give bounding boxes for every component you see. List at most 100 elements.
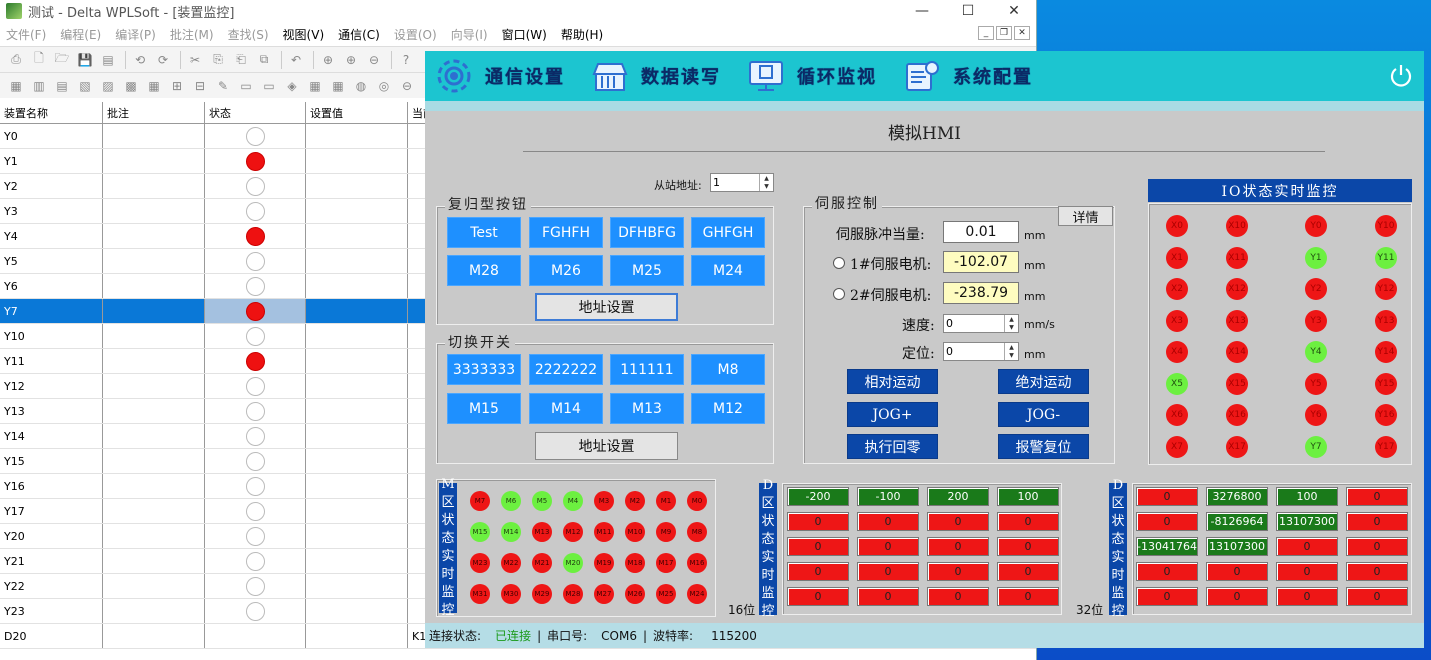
toolbar-tool-icon[interactable]: ⊕ [341,50,361,70]
toolbar-tool-icon[interactable]: ⎗ [231,50,251,70]
nav-comm-settings[interactable]: 通信设置 [433,51,565,101]
reset-button[interactable]: M25 [610,255,684,286]
close-button[interactable]: ✕ [991,0,1036,22]
toolbar-tool-icon[interactable]: ? [396,50,416,70]
toolbar-tool-icon[interactable]: ✎ [213,76,233,96]
toolbar-tool-icon[interactable]: ⊖ [397,76,417,96]
switch-address-setting-button[interactable]: 地址设置 [535,432,678,460]
reset-button[interactable]: DFHBFG [610,217,684,248]
motor1-radio[interactable] [833,257,845,269]
reset-button[interactable]: M24 [691,255,765,286]
mdi-close-button[interactable]: ✕ [1014,26,1030,40]
reset-button[interactable]: M26 [529,255,603,286]
toolbar-tool-icon[interactable]: ⊞ [167,76,187,96]
menu-item[interactable]: 设置(O) [394,26,437,43]
reset-button[interactable]: GHFGH [691,217,765,248]
menu-item[interactable]: 通信(C) [338,26,380,43]
toolbar-tool-icon[interactable]: ▤ [98,50,118,70]
relative-move-button[interactable]: 相对运动 [847,369,938,394]
toolbar-tool-icon[interactable]: ▥ [29,76,49,96]
speed-spinner[interactable]: 0 ▲ ▼ [943,314,1019,333]
toolbar-tool-icon[interactable]: ↶ [286,50,306,70]
menu-item[interactable]: 编译(P) [115,26,156,43]
toolbar-tool-icon[interactable]: 💾 [75,50,95,70]
switch-button[interactable]: M15 [447,393,521,424]
toolbar-tool-icon[interactable]: ▩ [121,76,141,96]
nav-system-config[interactable]: 系统配置 [901,51,1033,101]
nav-data-rw[interactable]: 数据读写 [589,51,721,101]
toolbar-tool-icon[interactable]: ▤ [52,76,72,96]
toolbar-tool-icon[interactable]: ⊖ [364,50,384,70]
mdi-minimize-button[interactable]: _ [978,26,994,40]
motor2-radio[interactable] [833,288,845,300]
toolbar-tool-icon[interactable]: ⎙ [6,50,26,70]
io-lamp: X3 [1166,309,1188,332]
toolbar-tool-icon[interactable]: ▦ [144,76,164,96]
minimize-button[interactable]: — [899,0,945,22]
toolbar-tool-icon[interactable]: ⟳ [153,50,173,70]
toolbar-tool-icon[interactable]: ◈ [282,76,302,96]
servo-detail-button[interactable]: 详情 [1058,206,1113,226]
jog-plus-button[interactable]: JOG+ [847,402,938,427]
power-icon[interactable] [1388,63,1414,89]
switch-button[interactable]: M8 [691,354,765,385]
switch-button[interactable]: M14 [529,393,603,424]
menu-item[interactable]: 向导(I) [451,26,488,43]
home-button[interactable]: 执行回零 [847,434,938,459]
nav-cycle-monitor[interactable]: 循环监视 [745,51,877,101]
reset-button[interactable]: M28 [447,255,521,286]
toolbar-tool-icon[interactable]: ▦ [328,76,348,96]
switch-button[interactable]: 2222222 [529,354,603,385]
toolbar-tool-icon[interactable]: ▭ [236,76,256,96]
toolbar-tool-icon[interactable]: ⊕ [318,50,338,70]
spinner-arrows[interactable]: ▲ ▼ [1004,343,1018,360]
column-header[interactable]: 设置值 [306,102,408,123]
separator: | [537,628,542,643]
menu-item[interactable]: 编程(E) [60,26,101,43]
reset-button[interactable]: Test [447,217,521,248]
jog-minus-button[interactable]: JOG- [998,402,1089,427]
switch-button[interactable]: 3333333 [447,354,521,385]
switch-button[interactable]: M12 [691,393,765,424]
toolbar-tool-icon[interactable]: ▧ [75,76,95,96]
reset-button[interactable]: FGHFH [529,217,603,248]
switch-button[interactable]: 111111 [610,354,684,385]
alarm-reset-button[interactable]: 报警复位 [998,434,1089,459]
absolute-move-button[interactable]: 绝对运动 [998,369,1089,394]
menu-item[interactable]: 查找(S) [228,26,269,43]
status-lamp [245,551,265,571]
toolbar-tool-icon[interactable]: ⊟ [190,76,210,96]
m-relay-lamp: M29 [532,584,552,604]
menu-item[interactable]: 文件(F) [6,26,46,43]
menu-item[interactable]: 视图(V) [283,26,325,43]
pulse-value-input[interactable]: 0.01 [943,221,1019,243]
column-header[interactable]: 批注 [103,102,205,123]
toolbar-tool-icon[interactable]: 🗋 [29,50,49,70]
toolbar-tool-icon[interactable]: 🗁 [52,50,72,70]
menu-item[interactable]: 批注(M) [170,26,214,43]
reset-address-setting-button[interactable]: 地址设置 [535,293,678,321]
menu-item[interactable]: 帮助(H) [561,26,603,43]
spinner-arrows[interactable]: ▲ ▼ [1004,315,1018,332]
toolbar-tool-icon[interactable]: ▦ [305,76,325,96]
column-header[interactable]: 状态 [205,102,306,123]
toolbar-tool-icon[interactable]: ▦ [6,76,26,96]
menu-item[interactable]: 窗口(W) [502,26,547,43]
maximize-button[interactable]: ☐ [945,0,991,22]
m-relay-lamp: M31 [470,584,490,604]
toolbar-tool-icon[interactable]: ⎘ [208,50,228,70]
switch-button[interactable]: M13 [610,393,684,424]
slave-address-spinner[interactable]: 1 ▲ ▼ [710,173,774,192]
toolbar-tool-icon[interactable]: ⧉ [254,50,274,70]
toolbar-tool-icon[interactable]: ▨ [98,76,118,96]
position-spinner[interactable]: 0 ▲ ▼ [943,342,1019,361]
toolbar-tool-icon[interactable]: ▭ [259,76,279,96]
toolbar-tool-icon[interactable]: ✂ [185,50,205,70]
column-header[interactable]: 装置名称 [0,102,103,123]
toolbar-tool-icon[interactable]: ⟲ [130,50,150,70]
spinner-arrows[interactable]: ▲ ▼ [759,174,773,191]
strip-char: 监 [761,586,775,601]
toolbar-tool-icon[interactable]: ◎ [374,76,394,96]
toolbar-tool-icon[interactable]: ◍ [351,76,371,96]
mdi-restore-button[interactable]: ❐ [996,26,1012,40]
